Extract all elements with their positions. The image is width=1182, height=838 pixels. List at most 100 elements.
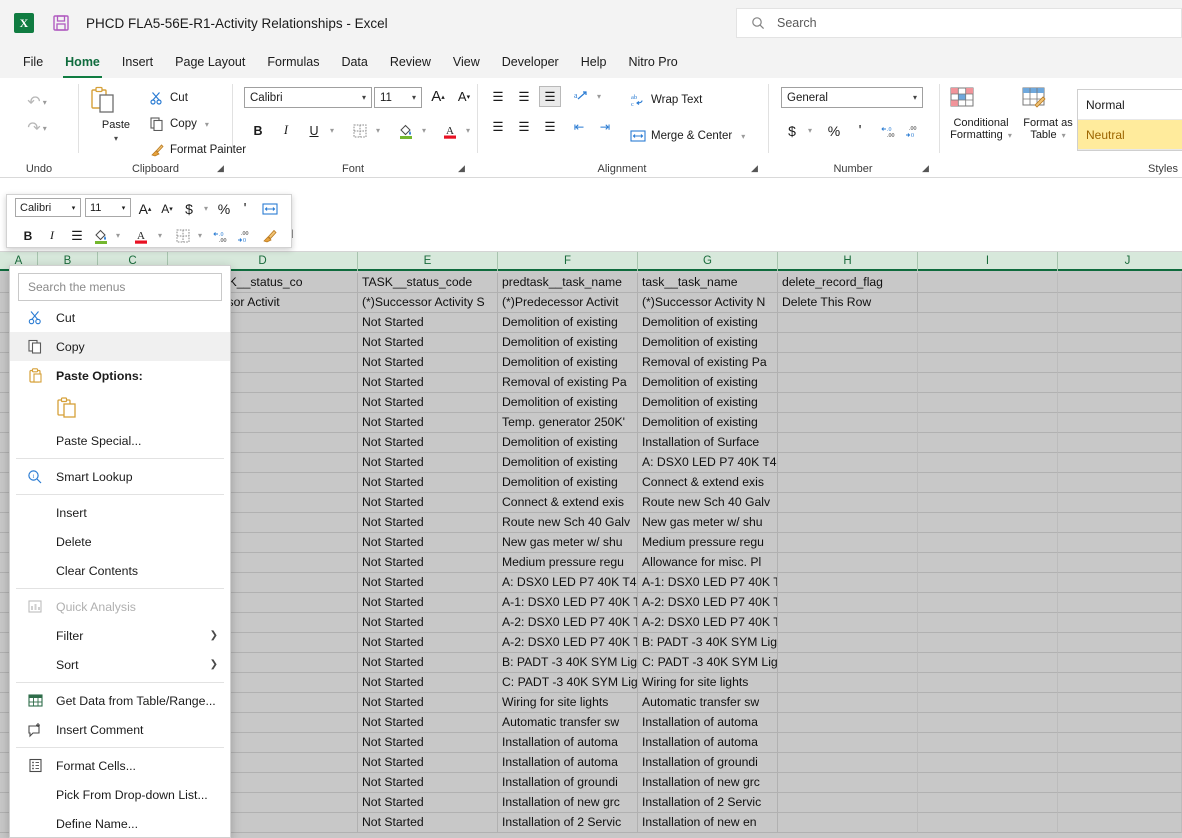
cell-G[interactable]: B: PADT -3 40K SYM Lig	[638, 633, 778, 653]
cell-H[interactable]	[778, 733, 918, 753]
mini-align-button[interactable]: ☰	[67, 225, 87, 246]
chevron-down-icon[interactable]: ▾	[592, 86, 604, 107]
cell-I[interactable]	[918, 493, 1058, 513]
cell-H[interactable]	[778, 353, 918, 373]
cell-I[interactable]	[918, 733, 1058, 753]
cell-G[interactable]: Removal of existing Pa	[638, 353, 778, 373]
bold-button[interactable]: B	[247, 120, 269, 141]
align-middle-button[interactable]: ☰	[513, 86, 535, 107]
chevron-down-icon[interactable]: ▾	[357, 93, 371, 102]
tab-insert[interactable]: Insert	[113, 51, 162, 73]
tab-page-layout[interactable]: Page Layout	[166, 51, 254, 73]
cell-E[interactable]: Not Started	[358, 653, 498, 673]
decrease-font-size-button[interactable]: A ▾	[453, 86, 475, 107]
cell-J[interactable]	[1058, 513, 1182, 533]
number-dialog-launcher[interactable]: ◢	[922, 163, 933, 174]
cell-J[interactable]	[1058, 593, 1182, 613]
cell-F[interactable]: New gas meter w/ shu	[498, 533, 638, 553]
mini-font-name-combo[interactable]: Calibri ▾	[15, 198, 81, 217]
mini-currency-button[interactable]: $	[181, 198, 197, 219]
cell-E[interactable]: Not Started	[358, 413, 498, 433]
cell-I[interactable]	[918, 413, 1058, 433]
cell-F[interactable]: B: PADT -3 40K SYM Lig	[498, 653, 638, 673]
column-header-J[interactable]: J	[1058, 252, 1182, 271]
chevron-down-icon[interactable]: ▾	[371, 120, 383, 141]
menu-item-insert-comment[interactable]: Insert Comment	[10, 715, 230, 744]
cell-G[interactable]: task__task_name	[638, 273, 778, 293]
cell-E[interactable]: Not Started	[358, 533, 498, 553]
cell-F[interactable]: Demolition of existing	[498, 353, 638, 373]
chevron-down-icon[interactable]: ▾	[908, 93, 922, 102]
cell-H[interactable]	[778, 773, 918, 793]
fill-color-button[interactable]	[395, 120, 417, 141]
cell-F[interactable]: Demolition of existing	[498, 473, 638, 493]
cell-E[interactable]: Not Started	[358, 453, 498, 473]
cell-I[interactable]	[918, 433, 1058, 453]
chevron-down-icon[interactable]: ▾	[1008, 131, 1012, 140]
cell-H[interactable]	[778, 533, 918, 553]
cell-J[interactable]	[1058, 433, 1182, 453]
chevron-down-icon[interactable]: ▾	[741, 132, 745, 141]
mini-decrease-decimal-button[interactable]: .00 0	[235, 225, 257, 246]
font-name-combo[interactable]: Calibri ▾	[244, 87, 372, 108]
cell-J[interactable]	[1058, 793, 1182, 813]
cell-I[interactable]	[918, 353, 1058, 373]
cell-E[interactable]: Not Started	[358, 373, 498, 393]
cell-G[interactable]: New gas meter w/ shu	[638, 513, 778, 533]
cell-F[interactable]: A-2: DSX0 LED P7 40K T	[498, 633, 638, 653]
cell-I[interactable]	[918, 653, 1058, 673]
cell-J[interactable]	[1058, 633, 1182, 653]
column-header-E[interactable]: E	[358, 252, 498, 271]
chevron-down-icon[interactable]: ▾	[205, 120, 209, 129]
font-color-button[interactable]: A	[439, 120, 461, 141]
cell-H[interactable]	[778, 373, 918, 393]
cell-H[interactable]	[778, 313, 918, 333]
align-right-button[interactable]: ☰	[539, 116, 561, 137]
cell-G[interactable]: Demolition of existing	[638, 413, 778, 433]
cell-E[interactable]: Not Started	[358, 613, 498, 633]
align-top-button[interactable]: ☰	[487, 86, 509, 107]
cell-I[interactable]	[918, 273, 1058, 293]
cell-I[interactable]	[918, 613, 1058, 633]
cell-F[interactable]: Installation of new grc	[498, 793, 638, 813]
cell-E[interactable]: Not Started	[358, 473, 498, 493]
paste-button[interactable]: Paste ▾	[88, 86, 144, 145]
percent-style-button[interactable]: %	[823, 120, 845, 141]
cell-E[interactable]: Not Started	[358, 673, 498, 693]
cell-F[interactable]: Route new Sch 40 Galv	[498, 513, 638, 533]
cell-I[interactable]	[918, 633, 1058, 653]
cell-I[interactable]	[918, 513, 1058, 533]
cell-G[interactable]: Installation of automa	[638, 713, 778, 733]
column-header-G[interactable]: G	[638, 252, 778, 271]
chevron-down-icon[interactable]: ▾	[461, 120, 473, 141]
menu-item-copy[interactable]: Copy	[10, 332, 230, 361]
cell-H[interactable]	[778, 433, 918, 453]
context-menu[interactable]: Search the menus Cut Copy Paste Options: Pa…	[9, 265, 231, 838]
cell-H[interactable]	[778, 593, 918, 613]
cell-G[interactable]: A-2: DSX0 LED P7 40K T	[638, 613, 778, 633]
cell-G[interactable]: Installation of groundi	[638, 753, 778, 773]
chevron-down-icon[interactable]: ▾	[1062, 131, 1066, 140]
cell-E[interactable]: Not Started	[358, 513, 498, 533]
cell-G[interactable]: Demolition of existing	[638, 333, 778, 353]
cell-H[interactable]	[778, 573, 918, 593]
cell-J[interactable]	[1058, 813, 1182, 833]
menu-item-filter[interactable]: Filter ❯	[10, 621, 230, 650]
paste-keep-source-formatting-button[interactable]	[10, 390, 230, 426]
cell-E[interactable]: Not Started	[358, 593, 498, 613]
cell-style-normal[interactable]: Normal	[1078, 90, 1182, 120]
chevron-down-icon[interactable]: ▾	[407, 93, 421, 102]
cell-J[interactable]	[1058, 693, 1182, 713]
cell-E[interactable]: Not Started	[358, 573, 498, 593]
cell-H[interactable]	[778, 493, 918, 513]
cell-G[interactable]: Automatic transfer sw	[638, 693, 778, 713]
cell-J[interactable]	[1058, 733, 1182, 753]
cell-F[interactable]: Temp. generator 250K'	[498, 413, 638, 433]
cell-I[interactable]	[918, 313, 1058, 333]
format-as-table-button[interactable]: Format as Table ▾	[1018, 86, 1078, 142]
cell-E[interactable]: Not Started	[358, 313, 498, 333]
cell-E[interactable]: Not Started	[358, 693, 498, 713]
cell-J[interactable]	[1058, 393, 1182, 413]
increase-decimal-button[interactable]: .0 .00	[879, 120, 901, 141]
cell-I[interactable]	[918, 333, 1058, 353]
